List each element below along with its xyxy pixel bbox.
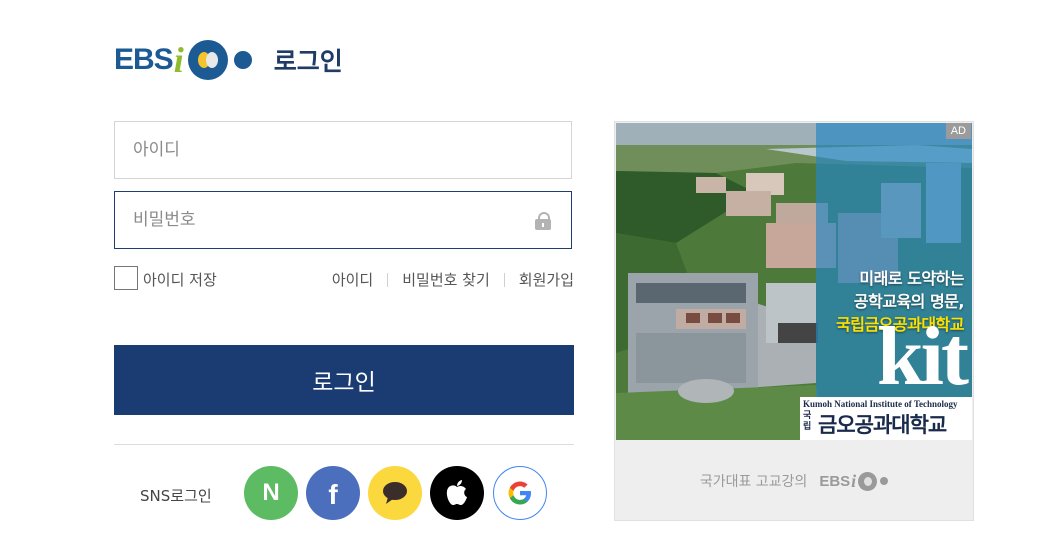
ad-brand-kit: kit bbox=[876, 310, 969, 403]
ad-university-english: Kumoh National Institute of Technology bbox=[803, 399, 958, 409]
ad-headline-1: 미래로 도약하는 bbox=[859, 269, 964, 288]
ad-university-korean: 금오공과대학교 bbox=[818, 413, 947, 437]
password-field bbox=[114, 191, 572, 249]
login-options: 아이디 저장 아이디 비밀번호 찾기 회원가입 bbox=[114, 266, 574, 290]
footer-logo-dot-icon bbox=[880, 477, 889, 485]
remember-id-checkbox[interactable] bbox=[114, 266, 138, 290]
ad-university-box: Kumoh National Institute of Technology 국… bbox=[800, 397, 972, 440]
find-id-link[interactable]: 아이디 bbox=[332, 269, 373, 290]
link-separator bbox=[387, 272, 389, 287]
logo-circle-icon bbox=[187, 40, 228, 80]
id-input[interactable] bbox=[115, 122, 513, 178]
naver-icon: N bbox=[262, 479, 280, 506]
lock-icon bbox=[535, 212, 551, 230]
ebsi-logo[interactable]: EBS i bbox=[114, 39, 252, 81]
password-input[interactable] bbox=[115, 192, 513, 248]
link-separator bbox=[503, 272, 505, 287]
footer-logo-text: EBS bbox=[819, 472, 851, 490]
apple-login-button[interactable] bbox=[430, 466, 484, 520]
login-button[interactable]: 로그인 bbox=[114, 345, 574, 415]
google-login-button[interactable] bbox=[493, 466, 547, 520]
divider bbox=[114, 444, 574, 445]
find-password-link[interactable]: 비밀번호 찾기 bbox=[402, 269, 490, 290]
ad-university-prefix: 국립 bbox=[803, 411, 812, 432]
page-title: 로그인 bbox=[273, 47, 343, 76]
ebsi-footer-logo: EBS i bbox=[819, 470, 889, 492]
signup-link[interactable]: 회원가입 bbox=[519, 269, 574, 290]
sns-login-label: SNS로그인 bbox=[140, 487, 212, 505]
kakao-login-button[interactable] bbox=[368, 466, 422, 520]
account-links: 아이디 비밀번호 찾기 회원가입 bbox=[332, 269, 574, 290]
facebook-icon: f bbox=[328, 478, 338, 510]
logo-text: EBS bbox=[114, 43, 174, 76]
ad-image[interactable]: AD 미래로 도약하는 공학교육의 명문, 국립 금오공과대학교 kit Kumo… bbox=[616, 123, 972, 440]
ad-headline-2: 공학교육의 명문, bbox=[853, 292, 965, 311]
speech-bubble-icon bbox=[383, 482, 407, 504]
ad-badge: AD bbox=[945, 123, 971, 139]
remember-id-label[interactable]: 아이디 저장 bbox=[143, 269, 217, 290]
ad-footer: 국가대표 고교강의 EBS i bbox=[615, 442, 973, 520]
id-field bbox=[114, 121, 572, 179]
footer-logo-circle-icon bbox=[858, 471, 878, 491]
naver-login-button[interactable]: N bbox=[244, 466, 298, 520]
footer-logo-i: i bbox=[851, 470, 857, 491]
logo-dot-icon bbox=[233, 51, 252, 69]
google-icon bbox=[508, 481, 531, 505]
ad-footer-text: 국가대표 고교강의 bbox=[699, 474, 808, 490]
logo-i: i bbox=[173, 40, 184, 80]
advertisement-banner[interactable]: AD 미래로 도약하는 공학교육의 명문, 국립 금오공과대학교 kit Kumo… bbox=[614, 121, 974, 521]
header: EBS i 로그인 bbox=[114, 38, 343, 82]
apple-icon bbox=[446, 480, 467, 505]
facebook-login-button[interactable]: f bbox=[306, 466, 360, 520]
